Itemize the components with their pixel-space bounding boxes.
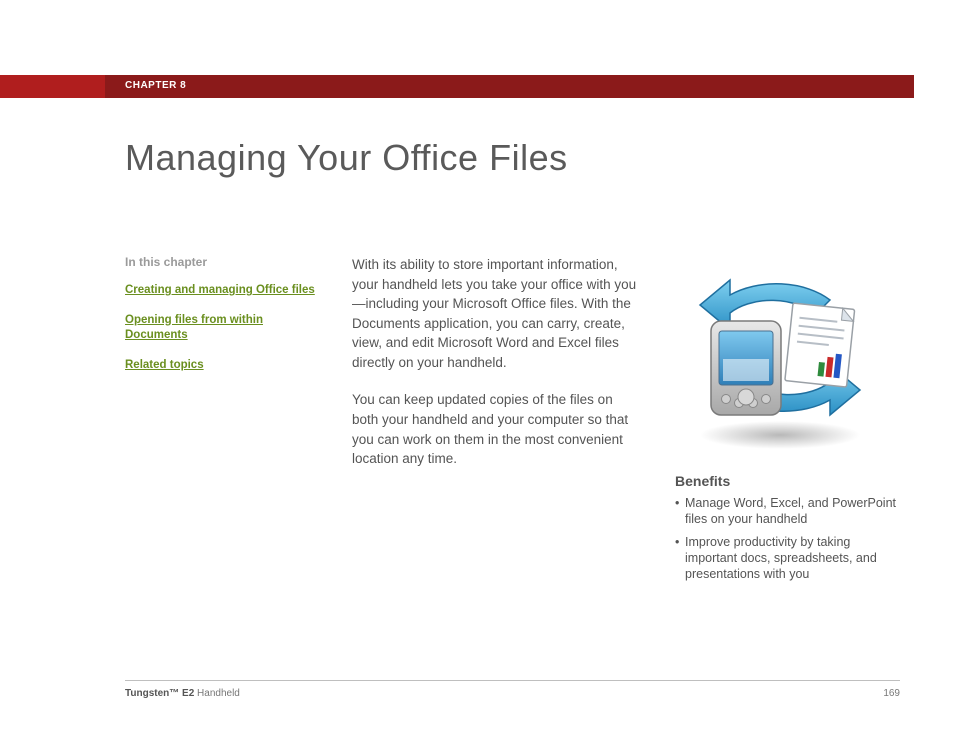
body-paragraph-2: You can keep updated copies of the files…	[352, 390, 642, 468]
page-title: Managing Your Office Files	[125, 137, 568, 179]
sidebar-link-opening[interactable]: Opening files from within Documents	[125, 313, 315, 344]
footer-page-number: 169	[883, 688, 900, 699]
footer-product: Tungsten™ E2 Handheld	[125, 688, 240, 699]
benefit-item: Manage Word, Excel, and PowerPoint files…	[675, 495, 900, 528]
body-paragraph-1: With its ability to store important info…	[352, 255, 642, 372]
footer-product-suffix: Handheld	[194, 688, 240, 699]
benefit-item: Improve productivity by taking important…	[675, 534, 900, 583]
sidebar-heading: In this chapter	[125, 255, 315, 269]
right-column: Benefits Manage Word, Excel, and PowerPo…	[675, 255, 900, 588]
sidebar: In this chapter Creating and managing Of…	[125, 255, 315, 387]
sidebar-link-related[interactable]: Related topics	[125, 358, 315, 374]
sync-illustration	[675, 255, 885, 455]
chapter-header-accent	[0, 75, 105, 98]
benefits-list: Manage Word, Excel, and PowerPoint files…	[675, 495, 900, 582]
chapter-label: CHAPTER 8	[125, 80, 186, 91]
footer-product-name: Tungsten™ E2	[125, 688, 194, 699]
sidebar-link-creating[interactable]: Creating and managing Office files	[125, 283, 315, 299]
footer-rule	[125, 680, 900, 681]
benefits-heading: Benefits	[675, 473, 900, 489]
body-text: With its ability to store important info…	[352, 255, 642, 487]
